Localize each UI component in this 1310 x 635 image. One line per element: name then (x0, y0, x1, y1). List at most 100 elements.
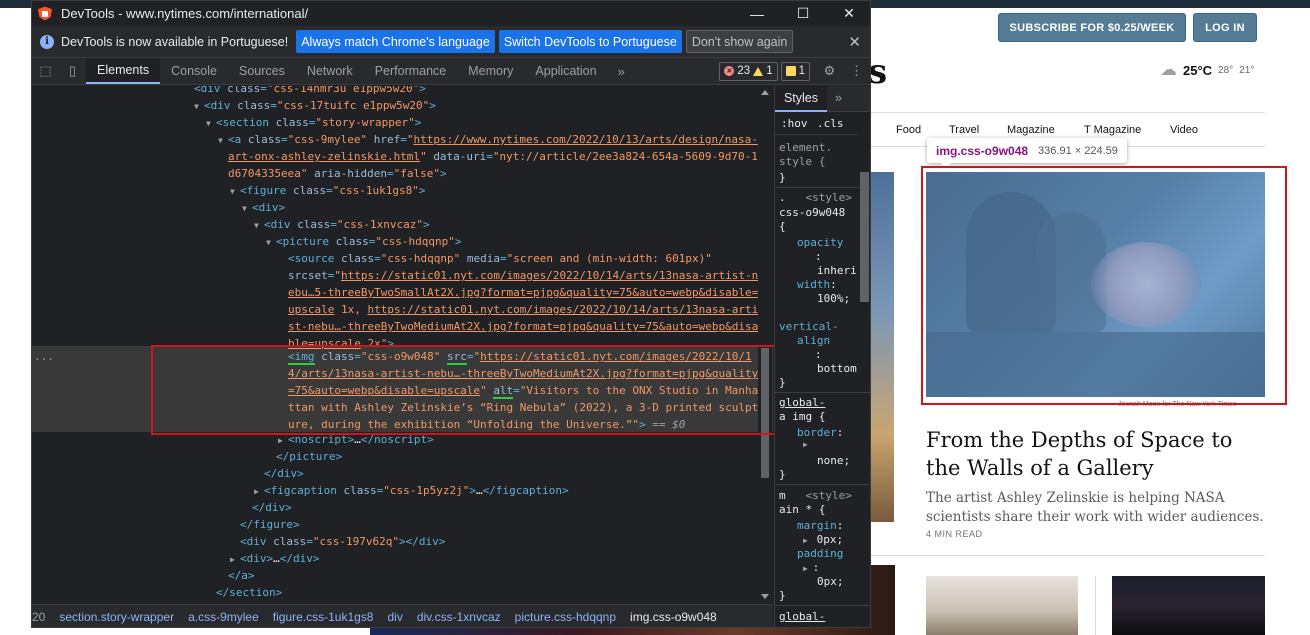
dom-line[interactable]: </div> (32, 499, 773, 516)
story-image-left[interactable] (870, 172, 894, 522)
breadcrumb-first[interactable]: 20 (32, 610, 45, 624)
subscribe-button[interactable]: SUBSCRIBE FOR $0.25/WEEK (998, 13, 1186, 42)
error-warning-counter[interactable]: ✕ 23 1 (719, 61, 778, 81)
breadcrumb-item[interactable]: figure.css-1uk1gs8 (273, 610, 374, 624)
dom-line[interactable]: ▼ <section class="story-wrapper"> (32, 114, 773, 131)
nav-item-t-magazine[interactable]: T Magazine (1084, 124, 1141, 136)
dom-line[interactable]: ▼ <div class="css-17tuifc e1ppw5w20"> (32, 97, 773, 114)
weather-high: 28° (1218, 64, 1234, 76)
hero-image[interactable] (926, 172, 1265, 397)
kebab-menu-icon[interactable]: ⋮ (843, 58, 870, 84)
dom-line-selected[interactable]: =75&auto=webp&disable=upscale" alt="Visi… (32, 382, 773, 399)
dom-line[interactable]: srcset="https://static01.nyt.com/images/… (32, 267, 773, 284)
dom-line[interactable]: ▶ <noscript>…</noscript> (32, 431, 773, 448)
dom-line[interactable]: <div class="css-197v62q"></div> (32, 533, 773, 550)
tab-performance[interactable]: Performance (364, 58, 458, 84)
dont-show-again-button[interactable]: Don't show again (685, 30, 794, 53)
dom-line[interactable]: </div> (32, 465, 773, 482)
css-o9w048-rule[interactable]: css-o9w048 (779, 206, 845, 219)
tab-memory[interactable]: Memory (457, 58, 524, 84)
breadcrumb-item[interactable]: div (387, 610, 402, 624)
tooltip-dimensions: 336.91 × 224.59 (1038, 144, 1118, 157)
dom-line[interactable]: <div class="css-14nmr3u e1ppw5w20"> (32, 86, 773, 97)
styles-scrollbar[interactable] (857, 112, 870, 627)
dom-line[interactable]: ebu…5-threeByTwoSmallAt2X.jpg?format=pjp… (32, 284, 773, 301)
divider (870, 555, 1265, 556)
issue-count: 1 (798, 65, 805, 77)
global-rule-link[interactable]: global- (779, 610, 825, 623)
styles-toolbar: :hov .cls (775, 113, 857, 135)
breadcrumb-item[interactable]: picture.css-hdqqnp (515, 610, 616, 624)
story-summary[interactable]: The artist Ashley Zelinskie is helping N… (926, 489, 1266, 527)
breadcrumb: 20 section.story-wrapper a.css-9mylee fi… (32, 604, 773, 627)
dom-line[interactable]: ▼ <picture class="css-hdqqnp"> (32, 233, 773, 250)
language-infobar: i DevTools is now available in Portugues… (32, 26, 870, 58)
dollar-zero-ref: == $0 (652, 418, 686, 431)
tab-console[interactable]: Console (160, 58, 228, 84)
cloud-sun-icon: ☁ (1160, 60, 1177, 79)
styles-tabbar: Styles » (775, 86, 870, 112)
breadcrumb-item-selected[interactable]: img.css-o9w048 (630, 610, 717, 624)
more-tabs-icon[interactable]: » (835, 91, 842, 105)
dom-line[interactable]: upscale 1x, https://static01.nyt.com/ima… (32, 301, 773, 318)
devtools-titlebar[interactable]: DevTools - www.nytimes.com/international… (32, 1, 870, 26)
weather-temp: 25°C (1183, 62, 1213, 78)
gear-icon[interactable]: ⚙ (816, 58, 843, 84)
tab-sources[interactable]: Sources (228, 58, 296, 84)
dom-line[interactable]: ▼ <figure class="css-1uk1gs8"> (32, 182, 773, 199)
breadcrumb-item[interactable]: section.story-wrapper (59, 610, 174, 624)
maximize-button[interactable]: ☐ (780, 1, 826, 26)
dom-line[interactable]: </section> (32, 584, 773, 601)
global-rule-link[interactable]: global- (779, 396, 825, 409)
tooltip-tag: img.css-o9w048 (936, 143, 1029, 158)
dom-line[interactable]: ▶ <div>…</div> (32, 550, 773, 567)
nav-item-food[interactable]: Food (896, 124, 921, 136)
login-button[interactable]: LOG IN (1193, 13, 1257, 42)
element-style-rule[interactable]: element. (779, 141, 832, 154)
tab-styles[interactable]: Styles (775, 86, 827, 112)
dom-line[interactable]: </a> (32, 567, 773, 584)
dom-scrollbar[interactable] (758, 86, 772, 603)
weather-widget[interactable]: ☁ 25°C 28° 21° (1160, 60, 1254, 80)
story-thumbnail[interactable] (1112, 576, 1265, 635)
switch-language-button[interactable]: Switch DevTools to Portuguese (498, 30, 682, 53)
inspect-element-icon[interactable]: ⬚ (32, 58, 59, 84)
dom-line[interactable]: art-onx-ashley-zelinskie.html" data-uri=… (32, 148, 773, 165)
dom-line[interactable]: </picture> (32, 448, 773, 465)
close-infobar-icon[interactable]: ✕ (848, 33, 861, 51)
dom-line[interactable]: </figure> (32, 516, 773, 533)
dom-line[interactable]: ▼ <div> (32, 199, 773, 216)
dom-line[interactable]: st-nebu…-threeByTwoMediumAt2X.jpg?format… (32, 318, 773, 335)
cls-toggle[interactable]: .cls (817, 117, 844, 130)
nav-item-video[interactable]: Video (1170, 124, 1198, 136)
dom-line-selected[interactable]: ttan with Ashley Zelinskie’s “Ring Nebul… (32, 399, 773, 416)
dom-line[interactable]: <source class="css-hdqqnp" media="screen… (32, 250, 773, 267)
story-headline[interactable]: From the Depths of Space to the Walls of… (926, 426, 1266, 482)
device-toolbar-icon[interactable]: ▯ (59, 58, 86, 84)
dom-line[interactable]: d6704335eea" aria-hidden="false"> (32, 165, 773, 182)
story-thumbnail[interactable] (926, 576, 1078, 635)
tab-network[interactable]: Network (296, 58, 364, 84)
dom-line-selected[interactable]: <img class="css-o9w048" src="https://sta… (32, 348, 773, 365)
dom-line[interactable]: ▼ <div class="css-1xnvcaz"> (32, 216, 773, 233)
tab-application[interactable]: Application (524, 58, 607, 84)
info-icon: i (40, 34, 54, 49)
dom-line-selected[interactable]: 4/arts/13nasa-artist-nebu…-threeByTwoMed… (32, 365, 773, 382)
tab-elements[interactable]: Elements (86, 58, 161, 84)
hov-toggle[interactable]: :hov (781, 117, 808, 130)
minimize-button[interactable]: — (734, 1, 780, 26)
breadcrumb-item[interactable]: a.css-9mylee (188, 610, 259, 624)
close-window-button[interactable]: ✕ (826, 1, 870, 26)
brave-logo-icon (38, 6, 52, 21)
dom-tree[interactable]: <div class="css-14nmr3u e1ppw5w20"> ▼ <di… (32, 86, 773, 603)
issues-counter[interactable]: 1 (780, 61, 810, 81)
match-language-button[interactable]: Always match Chrome's language (296, 30, 495, 53)
nav-item-magazine[interactable]: Magazine (1007, 124, 1055, 136)
dom-line[interactable]: ▶ <figcaption class="css-1p5yz2j">…</figc… (32, 482, 773, 499)
error-icon: ✕ (724, 66, 735, 76)
nav-item-travel[interactable]: Travel (949, 124, 979, 136)
more-tabs-icon[interactable]: » (608, 58, 635, 84)
dom-line[interactable]: ▼ <a class="css-9mylee" href="https://www… (32, 131, 773, 148)
breadcrumb-item[interactable]: div.css-1xnvcaz (417, 610, 501, 624)
warning-count: 1 (766, 65, 773, 77)
